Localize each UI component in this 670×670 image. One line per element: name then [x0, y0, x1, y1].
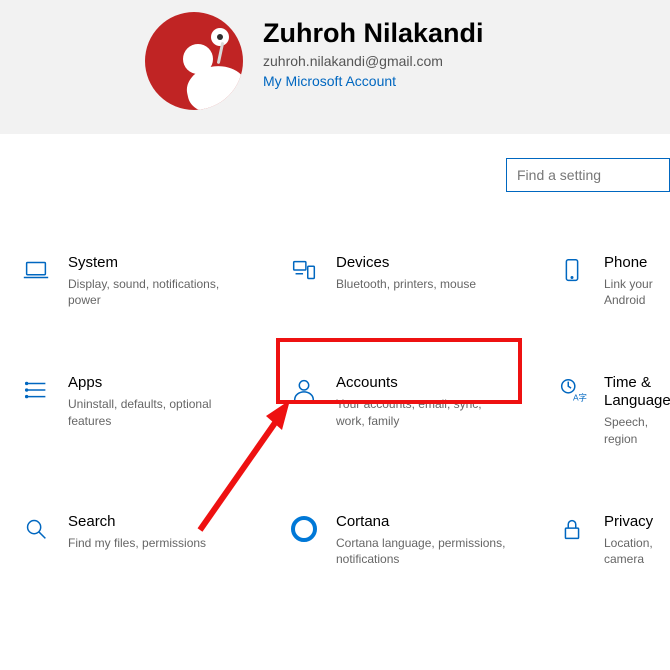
microsoft-account-link[interactable]: My Microsoft Account [263, 73, 484, 89]
card-cortana[interactable]: Cortana Cortana language, permissions, n… [288, 507, 556, 573]
avatar [145, 12, 243, 110]
card-title: Phone [604, 254, 670, 272]
devices-icon [288, 254, 320, 286]
card-desc: Find my files, permissions [68, 535, 206, 551]
card-desc: Display, sound, notifications, power [68, 276, 238, 308]
card-apps[interactable]: Apps Uninstall, defaults, optional featu… [20, 368, 288, 452]
card-title: Accounts [336, 374, 506, 392]
apps-icon [20, 374, 52, 406]
card-desc: Bluetooth, printers, mouse [336, 276, 476, 292]
card-devices[interactable]: Devices Bluetooth, printers, mouse [288, 248, 556, 314]
card-title: Privacy [604, 513, 670, 531]
cortana-icon [288, 513, 320, 545]
user-email: zuhroh.nilakandi@gmail.com [263, 53, 484, 69]
user-info: Zuhroh Nilakandi zuhroh.nilakandi@gmail.… [263, 12, 484, 89]
user-name: Zuhroh Nilakandi [263, 18, 484, 49]
person-icon [288, 374, 320, 406]
card-title: System [68, 254, 238, 272]
card-title: Devices [336, 254, 476, 272]
phone-icon [556, 254, 588, 286]
card-desc: Uninstall, defaults, optional features [68, 396, 238, 428]
account-banner: Zuhroh Nilakandi zuhroh.nilakandi@gmail.… [0, 0, 670, 134]
search-icon [20, 513, 52, 545]
card-desc: Link your Android [604, 276, 670, 308]
card-desc: Location, camera [604, 535, 670, 567]
lock-icon [556, 513, 588, 545]
search-input[interactable] [506, 158, 670, 192]
card-title: Time & Language [604, 374, 670, 410]
time-language-icon: A字 [556, 374, 588, 406]
card-desc: Cortana language, permissions, notificat… [336, 535, 506, 567]
card-system[interactable]: System Display, sound, notifications, po… [20, 248, 288, 314]
card-title: Cortana [336, 513, 506, 531]
settings-grid: System Display, sound, notifications, po… [0, 248, 670, 573]
card-desc: Speech, region [604, 414, 670, 446]
svg-text:A字: A字 [573, 393, 587, 403]
card-desc: Your accounts, email, sync, work, family [336, 396, 506, 428]
card-title: Search [68, 513, 206, 531]
card-time-language[interactable]: A字 Time & Language Speech, region [556, 368, 670, 452]
card-title: Apps [68, 374, 238, 392]
card-search[interactable]: Search Find my files, permissions [20, 507, 288, 573]
card-privacy[interactable]: Privacy Location, camera [556, 507, 670, 573]
card-accounts[interactable]: Accounts Your accounts, email, sync, wor… [288, 368, 556, 452]
card-phone[interactable]: Phone Link your Android [556, 248, 670, 314]
laptop-icon [20, 254, 52, 286]
